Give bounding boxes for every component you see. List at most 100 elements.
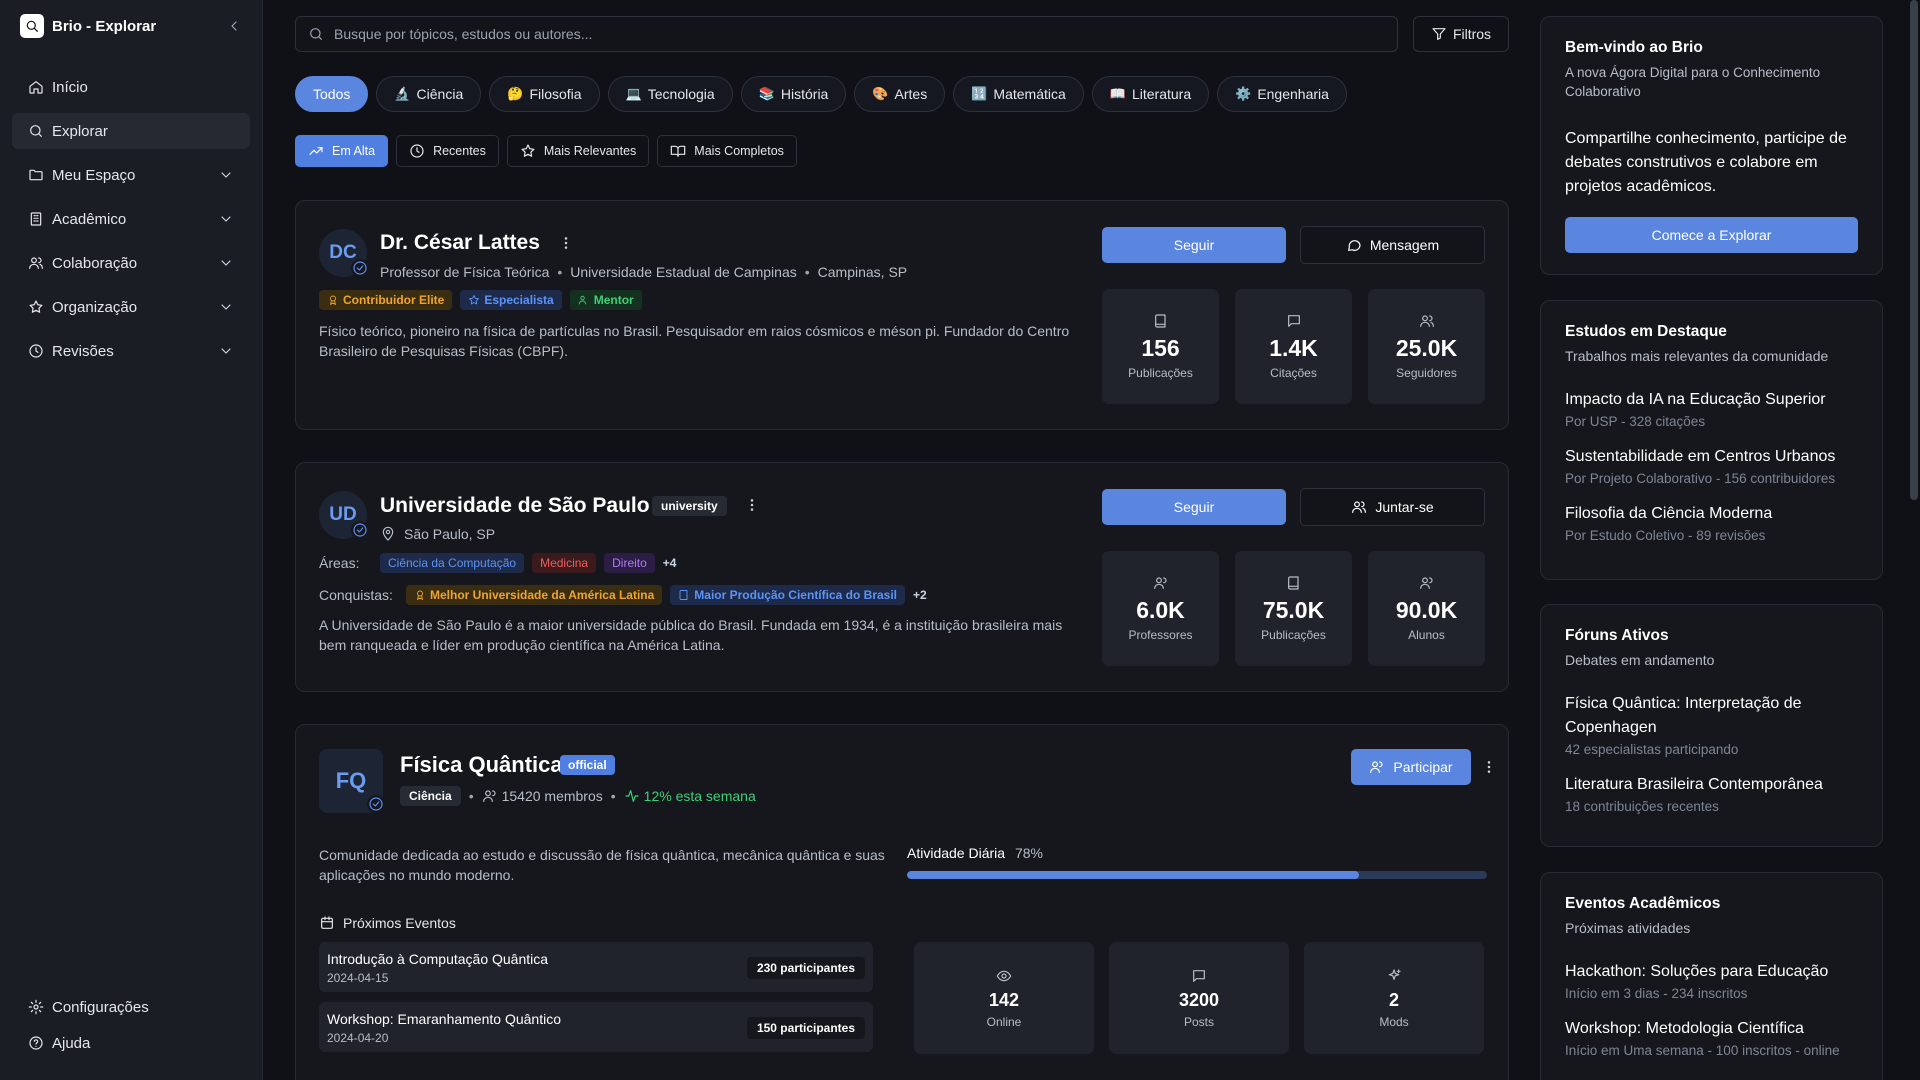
users-icon <box>1370 761 1384 773</box>
category-todos[interactable]: Todos <box>295 76 369 112</box>
community-card: FQ Física Quântica official Ciência • 15… <box>295 724 1509 1080</box>
featured-studies-panel: Estudos em Destaque Trabalhos mais relev… <box>1540 300 1883 580</box>
panel-title: Estudos em Destaque <box>1565 323 1727 340</box>
star-icon <box>521 144 535 157</box>
achievements-label: Conquistas: <box>319 587 393 603</box>
academic-events-panel: Eventos Acadêmicos Próximas atividades H… <box>1540 872 1883 1080</box>
category-engenharia[interactable]: ⚙️ Engenharia <box>1217 76 1347 112</box>
type-tag: university <box>652 496 727 516</box>
sidebar-item-explorar[interactable]: Explorar <box>12 113 250 149</box>
achievements-more[interactable]: +2 <box>913 588 927 602</box>
collapse-sidebar-icon[interactable] <box>226 18 242 34</box>
panel-subtitle: Próximas atividades <box>1565 920 1691 936</box>
event-participants: 150 participantes <box>746 1017 865 1039</box>
sparkles-icon <box>1388 968 1401 980</box>
category-artes[interactable]: 🎨 Artes <box>854 76 946 112</box>
category-label: Matemática <box>993 86 1066 102</box>
activity-header: Atividade Diária 78% <box>907 845 1043 861</box>
profile-location: Campinas, SP <box>817 264 908 280</box>
category-matematica[interactable]: 🔢 Matemática <box>953 76 1084 112</box>
join-button[interactable]: Juntar-se <box>1300 488 1485 526</box>
sidebar-item-organizacao[interactable]: Organização <box>12 289 250 325</box>
category-label: Engenharia <box>1257 86 1329 102</box>
more-options-icon[interactable] <box>744 497 760 513</box>
main-content: Filtros Todos 🔬 Ciência 🤔 Filosofia 💻 Tecno… <box>263 0 1525 1080</box>
microscope-icon: 🔬 <box>394 86 411 101</box>
sidebar-item-configuracoes[interactable]: Configurações <box>12 992 250 1022</box>
study-item[interactable]: Sustentabilidade em Centros Urbanos Por P… <box>1565 445 1858 486</box>
message-icon <box>1347 240 1361 251</box>
sidebar-item-ajuda[interactable]: Ajuda <box>12 1028 250 1058</box>
profile-institution: Universidade Estadual de Campinas <box>570 264 797 280</box>
follow-button[interactable]: Seguir <box>1102 489 1286 525</box>
sidebar-item-revisoes[interactable]: Revisões <box>12 333 250 369</box>
category-filosofia[interactable]: 🤔 Filosofia <box>489 76 600 112</box>
follow-button[interactable]: Seguir <box>1102 227 1286 263</box>
event-item[interactable]: Introdução à Computação Quântica 2024-04… <box>319 942 873 992</box>
badge-contribuidor-elite: Contribuidor Elite <box>319 290 453 310</box>
chevron-down-icon <box>221 172 231 178</box>
participate-button[interactable]: Participar <box>1351 749 1471 785</box>
chevron-down-icon <box>221 348 231 354</box>
sidebar-item-label: Início <box>52 78 88 96</box>
event-participants: 230 participantes <box>746 957 865 979</box>
event-item[interactable]: Hackathon: Soluções para Educação Início … <box>1565 960 1858 1001</box>
event-item[interactable]: Workshop: Metodologia Científica Início e… <box>1565 1017 1858 1058</box>
type-tag-wrapper: university <box>652 496 727 516</box>
category-ciencia[interactable]: 🔬 Ciência <box>376 76 482 112</box>
sidebar-item-label: Colaboração <box>52 254 138 272</box>
sidebar-item-inicio[interactable]: Início <box>12 69 250 105</box>
welcome-title: Bem-vindo ao Brio <box>1565 39 1703 56</box>
sidebar-item-meu-espaco[interactable]: Meu Espaço <box>12 157 250 193</box>
stat-mods: 2 Mods <box>1304 942 1484 1054</box>
profile-name[interactable]: Dr. César Lattes <box>380 231 540 255</box>
category-historia[interactable]: 📚 História <box>740 76 847 112</box>
community-description: Comunidade dedicada ao estudo e discussã… <box>319 847 885 883</box>
sort-label: Mais Relevantes <box>543 144 637 158</box>
event-title: Introdução à Computação Quântica <box>327 951 549 967</box>
category-tecnologia[interactable]: 💻 Tecnologia <box>607 76 733 112</box>
users-icon <box>1352 501 1367 513</box>
book-icon <box>679 590 688 600</box>
study-item[interactable]: Impacto da IA na Educação Superior Por US… <box>1565 388 1858 429</box>
study-item[interactable]: Filosofia da Ciência Moderna Por Estudo C… <box>1565 502 1858 543</box>
category-label: Todos <box>313 86 351 102</box>
sort-em-alta[interactable]: Em Alta <box>295 135 389 167</box>
category-literatura[interactable]: 📖 Literatura <box>1091 76 1210 112</box>
community-name[interactable]: Física Quântica <box>400 752 563 778</box>
sidebar-item-academico[interactable]: Acadêmico <box>12 201 250 237</box>
sort-mais-completos[interactable]: Mais Completos <box>657 135 797 167</box>
forum-item[interactable]: Literatura Brasileira Contemporânea 18 co… <box>1565 773 1858 814</box>
more-options-icon[interactable] <box>1481 759 1497 775</box>
search-bar[interactable] <box>295 16 1398 52</box>
areas-more[interactable]: +4 <box>663 556 677 570</box>
forum-item[interactable]: Física Quântica: Interpretação de Copenh… <box>1565 692 1858 757</box>
members-count: 15420 membros <box>501 788 603 804</box>
folder-icon <box>29 169 43 181</box>
category-tabs: Todos 🔬 Ciência 🤔 Filosofia 💻 Tecnologia 📚 H… <box>295 76 1347 112</box>
filters-button[interactable]: Filtros <box>1413 16 1509 52</box>
laptop-icon: 💻 <box>625 86 642 101</box>
scrollbar[interactable] <box>1910 0 1918 500</box>
search-icon <box>310 28 322 40</box>
profile-subtitle: Professor de Física Teórica • Universidad… <box>380 264 907 280</box>
sort-mais-relevantes[interactable]: Mais Relevantes <box>506 135 650 167</box>
more-options-icon[interactable] <box>558 235 574 251</box>
profile-location: São Paulo, SP <box>404 526 496 542</box>
areas-label: Áreas: <box>319 555 360 571</box>
search-input[interactable] <box>334 26 1358 42</box>
stat-publicacoes: 156 Publicações <box>1102 289 1219 404</box>
thinking-icon: 🤔 <box>507 86 524 101</box>
profile-name[interactable]: Universidade de São Paulo <box>380 494 650 518</box>
panel-subtitle: Debates em andamento <box>1565 652 1715 668</box>
sort-recentes[interactable]: Recentes <box>396 135 499 167</box>
sort-options: Em Alta Recentes Mais Relevantes Mais Co… <box>295 135 797 167</box>
event-item[interactable]: Workshop: Emaranhamento Quântico 2024-04… <box>319 1002 873 1052</box>
sidebar-item-label: Acadêmico <box>52 210 127 228</box>
growth-text: 12% esta semana <box>643 788 756 804</box>
sidebar-item-label: Configurações <box>52 998 149 1016</box>
start-exploring-button[interactable]: Comece a Explorar <box>1565 217 1858 253</box>
separator: • <box>610 788 616 804</box>
sidebar-item-colaboracao[interactable]: Colaboração <box>12 245 250 281</box>
message-button[interactable]: Mensagem <box>1300 226 1485 264</box>
